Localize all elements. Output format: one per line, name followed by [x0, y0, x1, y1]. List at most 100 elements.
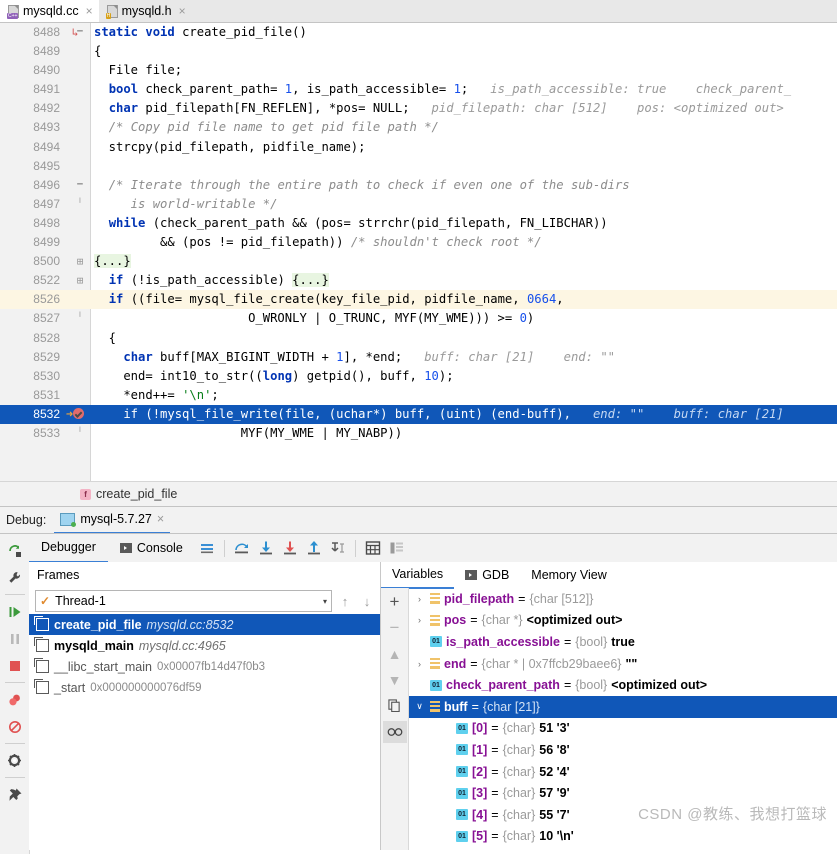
close-icon[interactable]: × — [86, 4, 93, 18]
frame-down-button[interactable]: ↓ — [358, 594, 376, 609]
view-breakpoints-icon[interactable] — [2, 687, 28, 712]
code-line-8500[interactable]: 8500 ⊞ {...} — [0, 252, 837, 271]
code-line-8490[interactable]: 8490 File file; — [0, 61, 837, 80]
code-line-8488[interactable]: 8488 ↳ ━ static void create_pid_file() — [0, 23, 837, 42]
code-line-8497[interactable]: 8497 ╵ is world-writable */ — [0, 195, 837, 214]
code-line-8496[interactable]: 8496 ━ /* Iterate through the entire path… — [0, 176, 837, 195]
settings-wrench-icon[interactable] — [2, 565, 28, 590]
resume-program-icon[interactable] — [2, 599, 28, 624]
variable-row[interactable]: 01 [1] = {char} 56 '8' — [409, 739, 837, 761]
variables-toolbar[interactable]: + − ▲ ▼ — [381, 588, 409, 850]
frame-row[interactable]: __libc_start_main 0x00007fb14d47f0b3 — [29, 656, 380, 677]
settings-gear-icon[interactable] — [2, 748, 28, 773]
code-line-8495[interactable]: 8495 — [0, 157, 837, 176]
editor-tab-mysqld-cc[interactable]: C++ mysqld.cc × — [0, 0, 99, 22]
variable-row[interactable]: 01 [5] = {char} 10 '\n' — [409, 826, 837, 848]
code-line-8492[interactable]: 8492 char pid_filepath[FN_REFLEN], *pos=… — [0, 99, 837, 118]
code-line-8498[interactable]: 8498 while (check_parent_path && (pos= s… — [0, 214, 837, 233]
debug-tab-console[interactable]: Console — [108, 535, 195, 562]
variable-row[interactable]: ∨ buff = {char [21]} — [409, 695, 837, 718]
close-icon[interactable]: × — [157, 512, 164, 526]
chevron-right-icon[interactable]: › — [413, 594, 426, 604]
run-to-cursor-icon[interactable] — [326, 537, 350, 559]
code-line-8499[interactable]: 8499 && (pos != pid_filepath)) /* should… — [0, 233, 837, 252]
chevron-right-icon[interactable]: › — [413, 659, 426, 669]
chevron-down-icon[interactable]: ∨ — [413, 701, 426, 712]
variable-value: true — [611, 634, 635, 649]
variable-row[interactable]: 01 [2] = {char} 52 '4' — [409, 761, 837, 783]
variables-list[interactable]: › pid_filepath = {char [512]} › pos = {char… — [409, 588, 837, 850]
variable-row[interactable]: 01 is_path_accessible = {bool} true — [409, 631, 837, 653]
frame-row[interactable]: mysqld_main mysqld.cc:4965 — [29, 635, 380, 656]
code-line-8533[interactable]: 8533 ╵ MYF(MY_WME | MY_NABP)) — [0, 424, 837, 443]
code-line-8522[interactable]: 8522 ⊞ if (!is_path_accessible) {...} — [0, 271, 837, 290]
fold-expand-icon[interactable]: ⊞ — [74, 271, 86, 290]
stop-icon[interactable] — [2, 653, 28, 678]
variable-row[interactable]: 01 [0] = {char} 51 '3' — [409, 718, 837, 740]
copy-icon[interactable] — [384, 695, 406, 716]
variable-row[interactable]: › end = {char * | 0x7ffcb29baee6} "" — [409, 653, 837, 675]
editor-tab-mysqld-h[interactable]: Hmysqld.h × — [98, 0, 192, 22]
step-out-icon[interactable] — [302, 537, 326, 559]
code-line-8531[interactable]: 8531 *end++= '\n'; — [0, 386, 837, 405]
move-down-icon[interactable]: ▼ — [384, 669, 406, 690]
code-line-8530[interactable]: 8530 end= int10_to_str((long) getpid(), … — [0, 367, 837, 386]
variable-row[interactable]: 01 check_parent_path = {bool} <optimized … — [409, 674, 837, 696]
chevron-down-icon[interactable]: ▾ — [323, 597, 327, 606]
code-lines[interactable]: 8488 ↳ ━ static void create_pid_file() 8489{… — [0, 23, 837, 481]
breadcrumb-label[interactable]: create_pid_file — [96, 487, 177, 501]
fold-end-icon[interactable]: ╵ — [74, 309, 86, 328]
fold-collapse-icon[interactable]: ━ — [74, 23, 86, 42]
variable-row[interactable]: › pid_filepath = {char [512]} — [409, 588, 837, 610]
force-step-into-icon[interactable] — [278, 537, 302, 559]
line-number: 8527 — [33, 311, 60, 326]
fold-expand-icon[interactable]: ⊞ — [74, 252, 86, 271]
step-over-icon[interactable] — [230, 537, 254, 559]
variables-tab-gdb[interactable]: GDB — [454, 563, 520, 588]
fold-end-icon[interactable]: ╵ — [74, 424, 86, 443]
fold-end-icon[interactable]: ╵ — [74, 195, 86, 214]
frame-row[interactable]: _start 0x000000000076df59 — [29, 677, 380, 698]
debug-side-toolbar[interactable] — [0, 534, 30, 854]
remove-watch-icon[interactable]: − — [384, 617, 406, 638]
frame-name: create_pid_file — [54, 617, 142, 632]
add-watch-icon[interactable]: + — [384, 591, 406, 612]
frame-up-button[interactable]: ↑ — [336, 594, 354, 609]
code-line-8526[interactable]: 8526 if ((file= mysql_file_create(key_fi… — [0, 290, 837, 310]
code-line-8528[interactable]: 8528 { — [0, 329, 837, 348]
mute-breakpoints-icon[interactable] — [195, 537, 219, 559]
frames-list[interactable]: create_pid_file mysqld.cc:8532 mysqld_main… — [29, 614, 380, 850]
variable-row[interactable]: › pos = {char *} <optimized out> — [409, 610, 837, 632]
inspect-icon[interactable] — [382, 721, 407, 743]
code-line-8489[interactable]: 8489 { — [0, 42, 837, 61]
variable-row[interactable]: 01 [4] = {char} 55 '7' — [409, 804, 837, 826]
close-icon[interactable]: × — [179, 4, 186, 18]
chevron-right-icon[interactable]: › — [413, 615, 426, 625]
debug-session-tab[interactable]: mysql-5.7.27 × — [54, 507, 171, 534]
breadcrumb[interactable]: f create_pid_file — [0, 481, 837, 506]
frame-row[interactable]: create_pid_file mysqld.cc:8532 — [29, 614, 380, 635]
thread-combobox[interactable]: ✓ Thread-1 ▾ — [35, 590, 332, 612]
code-editor[interactable]: 8488 ↳ ━ static void create_pid_file() 8489{… — [0, 23, 837, 481]
breakpoint-icon[interactable]: ➜ — [62, 405, 88, 424]
rerun-icon[interactable] — [2, 538, 28, 563]
code-text: File file; — [94, 63, 183, 78]
code-line-8494[interactable]: 8494 strcpy(pid_filepath, pidfile_name); — [0, 138, 837, 157]
code-line-8493[interactable]: 8493 /* Copy pid file name to get pid fi… — [0, 118, 837, 137]
pin-icon[interactable] — [2, 782, 28, 807]
mute-breakpoints-icon[interactable] — [2, 714, 28, 739]
code-line-8529[interactable]: 8529 char buff[MAX_BIGINT_WIDTH + 1], *e… — [0, 348, 837, 367]
pause-program-icon[interactable] — [2, 626, 28, 651]
show-values-inline-icon[interactable] — [385, 537, 409, 559]
code-line-8532[interactable]: 8532 ➜ if (!mysql_file_write(file, (uchar… — [0, 404, 837, 424]
code-line-8491[interactable]: 8491 bool check_parent_path= 1, is_path_… — [0, 80, 837, 99]
step-into-icon[interactable] — [254, 537, 278, 559]
variables-tab-variables[interactable]: Variables — [381, 562, 455, 589]
fold-collapse-icon[interactable]: ━ — [74, 176, 86, 195]
debug-tab-debugger[interactable]: Debugger — [29, 534, 108, 563]
code-line-8527[interactable]: 8527 ╵ O_WRONLY | O_TRUNC, MYF(MY_WME))) … — [0, 309, 837, 328]
move-up-icon[interactable]: ▲ — [384, 643, 406, 664]
variables-tab-memory-view[interactable]: Memory View — [520, 563, 617, 588]
variable-row[interactable]: 01 [3] = {char} 57 '9' — [409, 782, 837, 804]
evaluate-expression-icon[interactable] — [361, 537, 385, 559]
